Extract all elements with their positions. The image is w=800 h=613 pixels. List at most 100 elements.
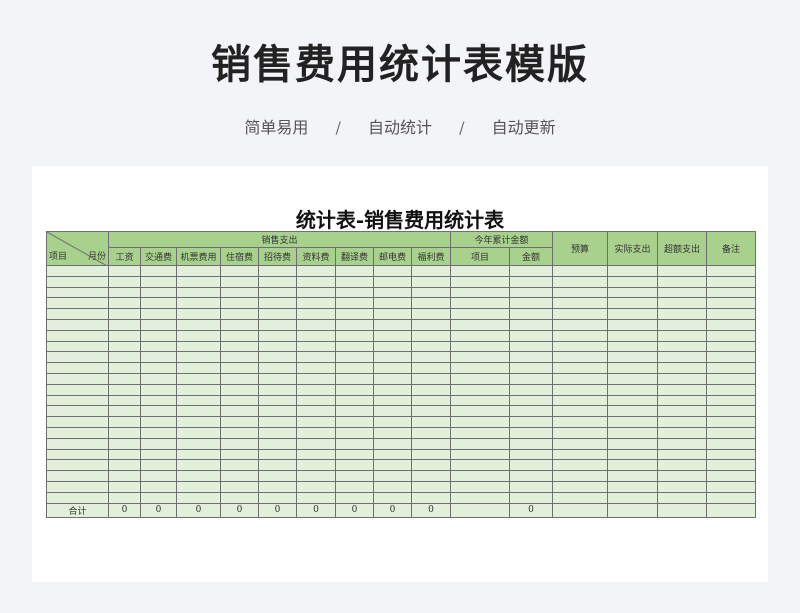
table-cell[interactable] [450, 318, 510, 331]
table-cell[interactable] [176, 426, 221, 439]
table-cell[interactable] [108, 362, 141, 374]
table-cell[interactable] [607, 491, 658, 504]
table-cell[interactable] [373, 426, 412, 439]
table-cell[interactable] [607, 394, 658, 407]
table-cell[interactable] [657, 459, 707, 472]
table-cell[interactable] [657, 416, 707, 428]
table-cell[interactable] [220, 372, 259, 385]
table-cell[interactable] [657, 351, 707, 364]
table-cell[interactable] [706, 372, 756, 385]
table-cell[interactable] [258, 459, 297, 472]
table-cell[interactable] [706, 275, 756, 288]
table-cell[interactable] [657, 470, 707, 482]
table-cell[interactable] [258, 416, 297, 428]
table-cell[interactable] [607, 297, 658, 310]
table-cell[interactable] [296, 308, 336, 320]
table-cell[interactable] [46, 286, 109, 299]
table-cell[interactable] [258, 491, 297, 504]
table-cell[interactable] [411, 351, 451, 364]
table-cell[interactable] [46, 448, 109, 461]
table-cell[interactable] [140, 351, 177, 364]
table-cell[interactable] [706, 480, 756, 493]
table-cell[interactable] [335, 394, 374, 407]
table-cell[interactable] [335, 459, 374, 472]
table-cell[interactable] [607, 308, 658, 320]
table-cell[interactable] [296, 383, 336, 396]
table-cell[interactable] [335, 318, 374, 331]
table-cell[interactable] [296, 394, 336, 407]
table-cell[interactable] [450, 308, 510, 320]
table-cell[interactable] [450, 265, 510, 277]
table-cell[interactable] [657, 297, 707, 310]
table-cell[interactable] [258, 437, 297, 450]
table-cell[interactable] [509, 459, 553, 472]
table-cell[interactable] [373, 286, 412, 299]
table-cell[interactable] [108, 372, 141, 385]
table-cell[interactable] [411, 405, 451, 418]
table-cell[interactable] [411, 491, 451, 504]
table-cell[interactable] [552, 480, 608, 493]
table-cell[interactable] [450, 340, 510, 353]
table-cell[interactable] [706, 470, 756, 482]
table-cell[interactable] [296, 480, 336, 493]
table-cell[interactable] [108, 351, 141, 364]
table-cell[interactable] [176, 383, 221, 396]
table-cell[interactable] [607, 265, 658, 277]
table-cell[interactable] [140, 491, 177, 504]
table-cell[interactable] [552, 362, 608, 374]
table-cell[interactable] [706, 286, 756, 299]
table-cell[interactable] [296, 329, 336, 342]
table-cell[interactable] [450, 470, 510, 482]
table-cell[interactable] [46, 329, 109, 342]
table-cell[interactable] [176, 308, 221, 320]
table-cell[interactable] [220, 405, 259, 418]
table-cell[interactable] [373, 265, 412, 277]
table-cell[interactable] [607, 448, 658, 461]
table-cell[interactable] [552, 308, 608, 320]
table-cell[interactable] [552, 275, 608, 288]
table-cell[interactable] [296, 275, 336, 288]
table-cell[interactable] [373, 351, 412, 364]
table-cell[interactable] [411, 394, 451, 407]
table-cell[interactable] [335, 405, 374, 418]
table-cell[interactable] [607, 318, 658, 331]
total-cell[interactable]: 0 [176, 502, 221, 518]
table-cell[interactable] [450, 362, 510, 374]
table-cell[interactable] [411, 340, 451, 353]
table-cell[interactable] [411, 448, 451, 461]
table-cell[interactable] [335, 340, 374, 353]
table-cell[interactable] [607, 340, 658, 353]
table-cell[interactable] [140, 426, 177, 439]
table-cell[interactable] [509, 351, 553, 364]
table-cell[interactable] [46, 351, 109, 364]
table-cell[interactable] [450, 437, 510, 450]
table-cell[interactable] [140, 405, 177, 418]
table-cell[interactable] [509, 383, 553, 396]
table-cell[interactable] [509, 340, 553, 353]
table-cell[interactable] [450, 383, 510, 396]
table-cell[interactable] [335, 437, 374, 450]
table-cell[interactable] [220, 383, 259, 396]
table-cell[interactable] [108, 426, 141, 439]
table-cell[interactable] [509, 448, 553, 461]
table-cell[interactable] [296, 318, 336, 331]
table-cell[interactable] [335, 286, 374, 299]
table-cell[interactable] [509, 318, 553, 331]
table-cell[interactable] [258, 383, 297, 396]
table-cell[interactable] [607, 470, 658, 482]
table-cell[interactable] [509, 394, 553, 407]
table-cell[interactable] [552, 318, 608, 331]
table-cell[interactable] [657, 372, 707, 385]
table-cell[interactable] [607, 405, 658, 418]
table-cell[interactable] [258, 340, 297, 353]
table-cell[interactable] [373, 470, 412, 482]
table-cell[interactable] [657, 491, 707, 504]
table-cell[interactable] [258, 394, 297, 407]
table-cell[interactable] [607, 351, 658, 364]
table-cell[interactable] [220, 416, 259, 428]
table-cell[interactable] [296, 286, 336, 299]
table-cell[interactable] [220, 329, 259, 342]
table-cell[interactable] [450, 275, 510, 288]
table-cell[interactable] [706, 351, 756, 364]
table-cell[interactable] [552, 383, 608, 396]
